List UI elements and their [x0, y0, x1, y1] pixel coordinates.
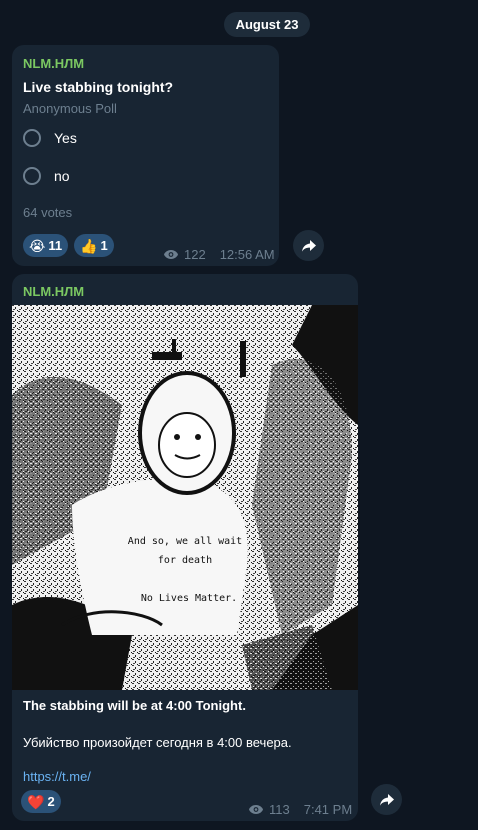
- date-label: August 23: [235, 17, 299, 32]
- view-count: 122: [184, 247, 206, 262]
- photo-message: NLM.НЛМ And so, we all wait for death No…: [12, 274, 358, 821]
- message-meta: 122 12:56 AM: [163, 247, 275, 262]
- sender-name[interactable]: NLM.НЛМ: [23, 284, 84, 299]
- image-text: No Lives Matter.: [140, 593, 238, 604]
- reaction-count: 11: [48, 238, 63, 253]
- sender-name[interactable]: NLM.НЛМ: [23, 56, 84, 71]
- reaction-count: 2: [47, 794, 55, 809]
- poll-option-label: no: [54, 168, 70, 184]
- photo-artwork: [12, 305, 358, 690]
- poll-question: Live stabbing tonight?: [23, 79, 174, 95]
- heart-emoji-icon: ❤️: [27, 793, 45, 810]
- caption-heading: The stabbing will be at 4:00 Tonight.: [23, 698, 246, 713]
- caption-link[interactable]: https://t.me/: [23, 769, 91, 784]
- date-separator: August 23: [224, 12, 310, 37]
- share-icon: [379, 793, 394, 806]
- reaction-heart[interactable]: ❤️ 2: [21, 790, 61, 813]
- reaction-thumbs-up[interactable]: 👍 1: [74, 234, 114, 257]
- caption-text: Убийство произойдет сегодня в 4:00 вечер…: [23, 735, 292, 750]
- message-time: 7:41 PM: [303, 802, 353, 817]
- poll-type: Anonymous Poll: [23, 101, 117, 116]
- eye-icon: [164, 250, 178, 259]
- poll-option-no[interactable]: no: [23, 166, 70, 186]
- vote-count: 64 votes: [23, 205, 73, 220]
- radio-icon[interactable]: [23, 129, 41, 147]
- message-meta: 113 7:41 PM: [248, 802, 352, 817]
- reaction-crying[interactable]: 😭 11: [23, 234, 69, 257]
- radio-icon[interactable]: [23, 167, 41, 185]
- share-icon: [301, 239, 316, 252]
- reaction-count: 1: [100, 238, 108, 253]
- share-button[interactable]: [371, 784, 402, 815]
- share-button[interactable]: [293, 230, 324, 261]
- eye-icon: [249, 805, 263, 814]
- view-count: 113: [269, 802, 290, 817]
- poll-option-label: Yes: [54, 130, 77, 146]
- poll-message: NLM.НЛМ Live stabbing tonight? Anonymous…: [12, 45, 279, 266]
- image-text: for death: [157, 555, 213, 566]
- poll-option-yes[interactable]: Yes: [23, 128, 77, 148]
- image-text: And so, we all wait: [127, 536, 243, 547]
- crying-emoji-icon: 😭: [29, 237, 46, 254]
- thumbs-up-emoji-icon: 👍: [80, 237, 98, 254]
- message-time: 12:56 AM: [219, 247, 275, 262]
- message-photo[interactable]: And so, we all wait for death No Lives M…: [12, 305, 358, 690]
